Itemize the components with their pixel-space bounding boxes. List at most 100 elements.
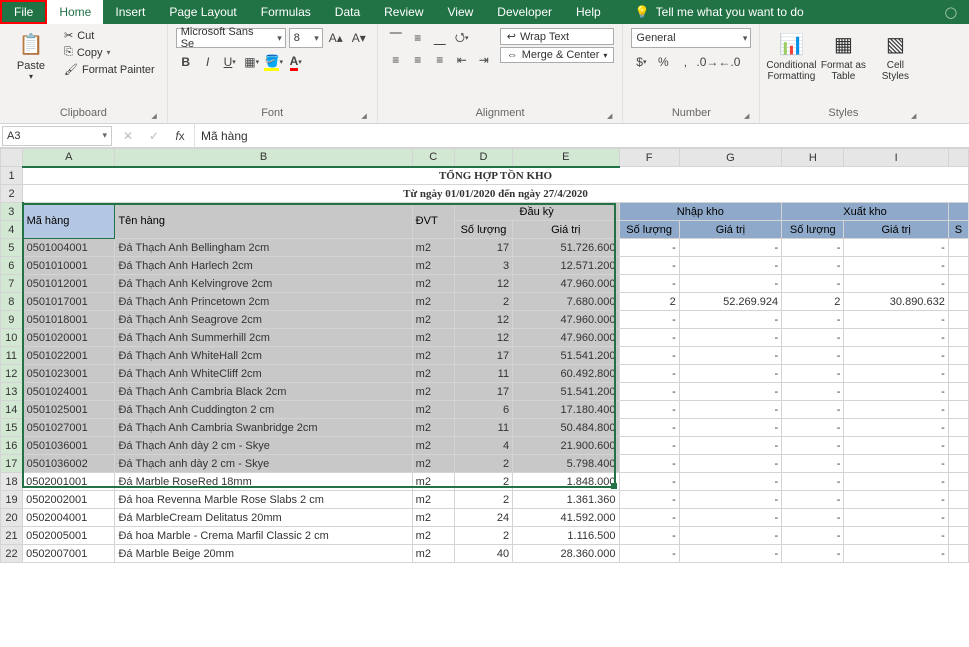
col-D[interactable]: D <box>454 149 512 167</box>
spreadsheet-grid[interactable]: A B C D E F G H I 1TỔNG HỢP TỒN KHO 2Từ … <box>0 148 969 563</box>
name-box[interactable]: A3 <box>2 126 112 146</box>
align-bottom-icon[interactable]: ⎽ <box>430 28 450 48</box>
format-painter-button[interactable]: 🖌Format Painter <box>60 62 159 77</box>
table-row[interactable]: 160501036001Đá Thạch Anh dày 2 cm - Skye… <box>1 437 969 455</box>
decrease-font-icon[interactable]: A▾ <box>349 28 369 48</box>
group-number: General $▾ % , .0→ ←.0 Number <box>623 24 760 123</box>
increase-indent-icon[interactable]: ⇥ <box>474 50 494 70</box>
tab-developer[interactable]: Developer <box>485 0 564 24</box>
table-row[interactable]: 130501024001Đá Thạch Anh Cambria Black 2… <box>1 383 969 401</box>
table-row[interactable]: 210502005001Đá hoa Marble - Crema Marfil… <box>1 527 969 545</box>
merge-center-button[interactable]: ⇔Merge & Center▾ <box>500 47 615 63</box>
table-row[interactable]: 150501027001Đá Thạch Anh Cambria Swanbri… <box>1 419 969 437</box>
font-color-button[interactable]: A▾ <box>286 52 306 72</box>
group-label-clipboard: Clipboard <box>8 105 159 123</box>
align-center-icon[interactable]: ≡ <box>408 50 428 70</box>
cond-fmt-label: Conditional Formatting <box>766 60 816 82</box>
table-row[interactable]: 60501010001Đá Thạch Anh Harlech 2cmm2312… <box>1 257 969 275</box>
conditional-formatting-icon: 📊 <box>777 30 805 58</box>
increase-decimal-icon[interactable]: .0→ <box>697 52 717 72</box>
table-row[interactable]: 120501023001Đá Thạch Anh WhiteCliff 2cmm… <box>1 365 969 383</box>
tab-insert[interactable]: Insert <box>103 0 157 24</box>
increase-font-icon[interactable]: A▴ <box>326 28 346 48</box>
table-row[interactable]: 180502001001Đá Marble RoseRed 18mmm221.8… <box>1 473 969 491</box>
group-alignment: ⎺ ≡ ⎽ ⭯▾ ≡ ≡ ≡ ⇤ ⇥ ↩Wrap Text ⇔Merge & C… <box>378 24 624 123</box>
italic-button[interactable]: I <box>198 52 218 72</box>
row-3[interactable]: 3 Mã hàng Tên hàng ĐVT Đầu kỳ Nhập kho X… <box>1 203 969 221</box>
wrap-text-button[interactable]: ↩Wrap Text <box>500 28 615 45</box>
format-as-table-button[interactable]: ▦Format as Table <box>820 28 866 82</box>
cell-styles-label: Cell Styles <box>872 60 918 82</box>
tell-me-search[interactable]: 💡 Tell me what you want to do <box>623 0 816 24</box>
tab-view[interactable]: View <box>436 0 486 24</box>
table-row[interactable]: 80501017001Đá Thạch Anh Princetown 2cmm2… <box>1 293 969 311</box>
table-row[interactable]: 70501012001Đá Thạch Anh Kelvingrove 2cmm… <box>1 275 969 293</box>
row-2[interactable]: 2Từ ngày 01/01/2020 đến ngày 27/4/2020 <box>1 185 969 203</box>
font-name-select[interactable]: Microsoft Sans Se <box>176 28 286 48</box>
decrease-decimal-icon[interactable]: ←.0 <box>719 52 739 72</box>
table-row[interactable]: 50501004001Đá Thạch Anh Bellingham 2cmm2… <box>1 239 969 257</box>
comma-format-icon[interactable]: , <box>675 52 695 72</box>
align-left-icon[interactable]: ≡ <box>386 50 406 70</box>
tab-file[interactable]: File <box>0 0 47 24</box>
font-size-select[interactable]: 8 <box>289 28 323 48</box>
cell-styles-button[interactable]: ▧Cell Styles <box>872 28 918 82</box>
align-middle-icon[interactable]: ≡ <box>408 28 428 48</box>
header-dvt: ĐVT <box>412 203 454 239</box>
fill-color-button[interactable]: 🪣▾ <box>264 52 284 72</box>
header-ma: Mã hàng <box>23 203 115 239</box>
table-row[interactable]: 100501020001Đá Thạch Anh Summerhill 2cmm… <box>1 329 969 347</box>
percent-format-icon[interactable]: % <box>653 52 673 72</box>
enter-formula-icon[interactable]: ✓ <box>144 126 164 146</box>
col-G[interactable]: G <box>679 149 781 167</box>
align-top-icon[interactable]: ⎺ <box>386 28 406 48</box>
table-row[interactable]: 110501022001Đá Thạch Anh WhiteHall 2cmm2… <box>1 347 969 365</box>
table-row[interactable]: 190502002001Đá hoa Revenna Marble Rose S… <box>1 491 969 509</box>
borders-button[interactable]: ▦▾ <box>242 52 262 72</box>
align-right-icon[interactable]: ≡ <box>430 50 450 70</box>
copy-button[interactable]: ⎘Copy▾ <box>60 45 159 60</box>
table-row[interactable]: 90501018001Đá Thạch Anh Seagrove 2cmm212… <box>1 311 969 329</box>
col-E[interactable]: E <box>513 149 619 167</box>
cancel-formula-icon[interactable]: ✕ <box>118 126 138 146</box>
header-xuat: Xuất kho <box>782 203 949 221</box>
accounting-format-icon[interactable]: $▾ <box>631 52 651 72</box>
decrease-indent-icon[interactable]: ⇤ <box>452 50 472 70</box>
tab-home[interactable]: Home <box>47 0 103 24</box>
col-I[interactable]: I <box>844 149 948 167</box>
col-C[interactable]: C <box>412 149 454 167</box>
col-B[interactable]: B <box>115 149 412 167</box>
row-1[interactable]: 1TỔNG HỢP TỒN KHO <box>1 167 969 185</box>
formula-input[interactable]: Mã hàng <box>194 124 969 147</box>
fmt-table-label: Format as Table <box>820 60 866 82</box>
tab-help[interactable]: Help <box>564 0 613 24</box>
underline-button[interactable]: U▾ <box>220 52 240 72</box>
copy-label: Copy <box>77 47 103 59</box>
tab-page-layout[interactable]: Page Layout <box>157 0 248 24</box>
col-H[interactable]: H <box>782 149 844 167</box>
bold-button[interactable]: B <box>176 52 196 72</box>
lightbulb-icon: 💡 <box>635 5 650 19</box>
tab-review[interactable]: Review <box>372 0 435 24</box>
table-row[interactable]: 200502004001Đá MarbleCream Delitatus 20m… <box>1 509 969 527</box>
tab-data[interactable]: Data <box>323 0 372 24</box>
col-J[interactable] <box>948 149 968 167</box>
table-row[interactable]: 170501036002Đá Thạch anh dày 2 cm - Skye… <box>1 455 969 473</box>
group-font: Microsoft Sans Se 8 A▴ A▾ B I U▾ ▦▾ 🪣▾ A… <box>168 24 378 123</box>
table-row[interactable]: 140501025001Đá Thạch Anh Cuddington 2 cm… <box>1 401 969 419</box>
column-headers[interactable]: A B C D E F G H I <box>1 149 969 167</box>
table-row[interactable]: 220502007001Đá Marble Beige 20mmm24028.3… <box>1 545 969 563</box>
header-soluong3: Số lượng <box>782 221 844 239</box>
conditional-formatting-button[interactable]: 📊Conditional Formatting <box>768 28 814 82</box>
paste-button[interactable]: 📋 Paste ▾ <box>8 28 54 81</box>
orientation-icon[interactable]: ⭯▾ <box>452 28 472 48</box>
cut-button[interactable]: ✂Cut <box>60 28 159 43</box>
fx-icon[interactable]: fx <box>170 126 190 146</box>
group-styles: 📊Conditional Formatting ▦Format as Table… <box>760 24 926 123</box>
tab-formulas[interactable]: Formulas <box>249 0 323 24</box>
number-format-select[interactable]: General <box>631 28 751 48</box>
merge-icon: ⇔ <box>507 49 518 61</box>
col-A[interactable]: A <box>23 149 115 167</box>
select-all-corner[interactable] <box>1 149 23 167</box>
col-F[interactable]: F <box>619 149 679 167</box>
